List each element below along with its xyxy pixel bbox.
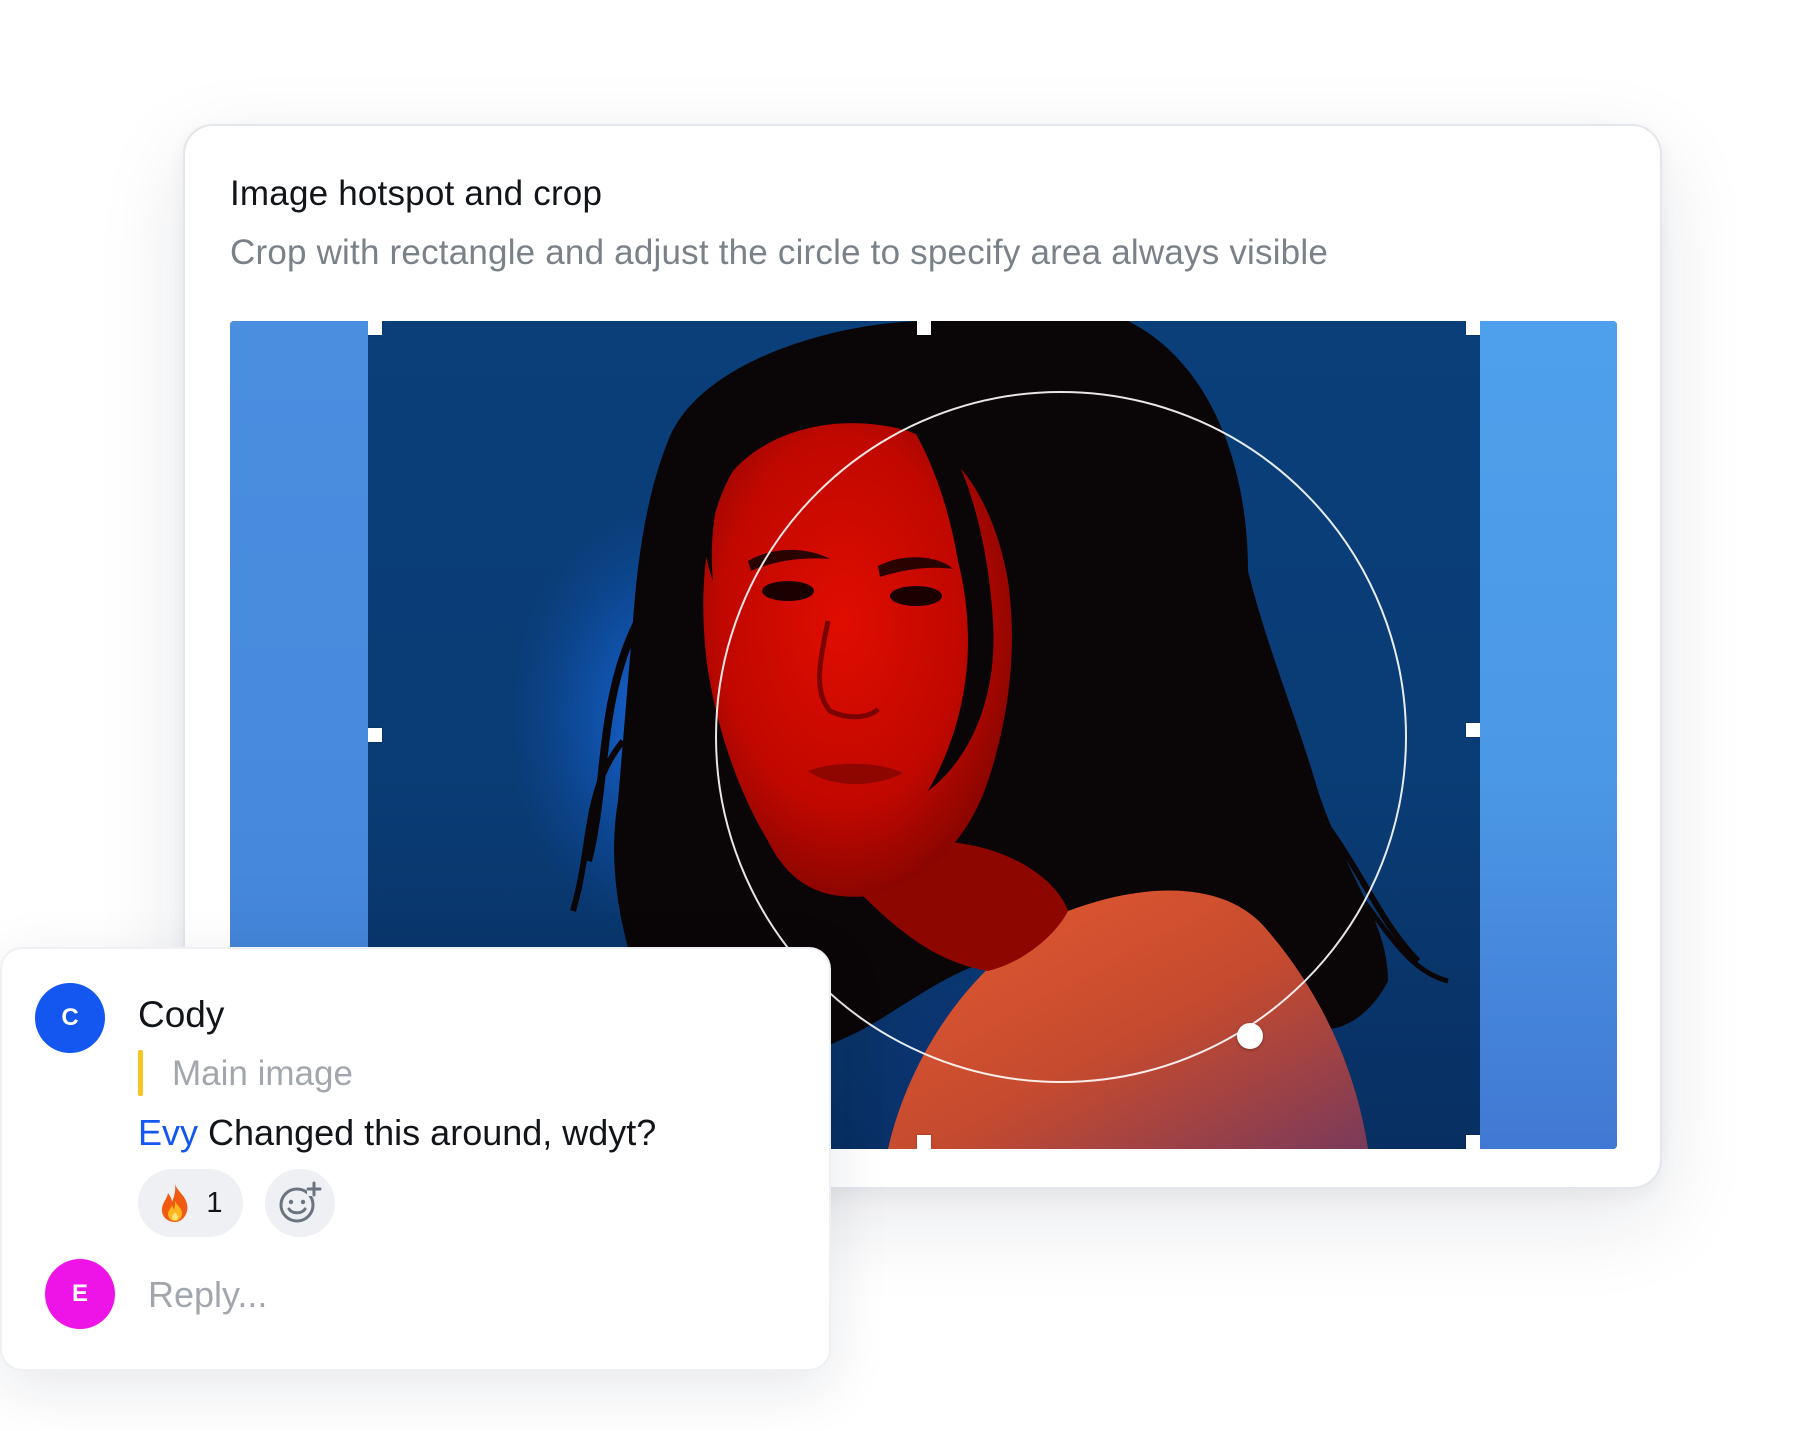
add-reaction-button[interactable] [265, 1169, 335, 1237]
reply-avatar: E [45, 1259, 115, 1329]
card-subtitle: Crop with rectangle and adjust the circl… [230, 233, 1328, 272]
crop-outside-right [1480, 321, 1617, 1149]
crop-handle-left[interactable] [368, 728, 382, 742]
fire-icon [162, 1184, 188, 1222]
quoted-field: Main image [172, 1054, 353, 1093]
message-text: Changed this around, wdyt? [208, 1112, 657, 1153]
stage: Image hotspot and crop Crop with rectang… [0, 0, 1800, 1431]
avatar-initial: C [61, 1004, 79, 1031]
crop-handle-top-left[interactable] [368, 321, 382, 335]
reply-avatar-initial: E [71, 1280, 88, 1307]
avatar: C [35, 983, 105, 1053]
crop-handle-bottom[interactable] [917, 1135, 931, 1149]
crop-handle-top[interactable] [917, 321, 931, 335]
comment-author: Cody [138, 994, 225, 1035]
hotspot-resize-handle[interactable] [1237, 1023, 1263, 1049]
crop-handle-top-right[interactable] [1466, 321, 1480, 335]
crop-handle-right[interactable] [1466, 723, 1480, 737]
reply-input[interactable] [148, 1267, 768, 1323]
comment-card: C Cody Main image Evy Changed this aroun… [0, 947, 831, 1371]
card-title: Image hotspot and crop [230, 174, 603, 213]
reaction-count: 1 [206, 1186, 223, 1219]
add-emoji-icon [279, 1181, 322, 1223]
comment-message: Evy Changed this around, wdyt? [138, 1112, 656, 1154]
crop-handle-bottom-right[interactable] [1466, 1135, 1480, 1149]
mention-link[interactable]: Evy [138, 1112, 198, 1153]
reaction-fire-button[interactable]: 1 [138, 1169, 243, 1237]
quote-bar [138, 1050, 143, 1096]
